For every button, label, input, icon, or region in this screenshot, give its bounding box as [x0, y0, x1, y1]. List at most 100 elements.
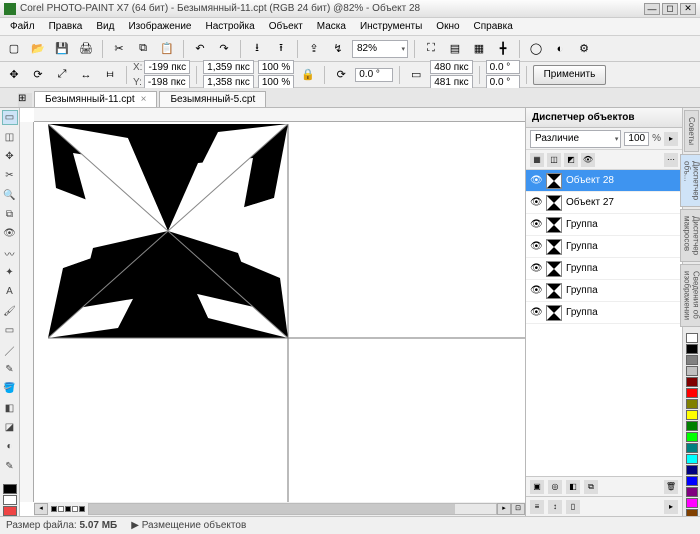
menu-view[interactable]: Вид [90, 19, 120, 34]
scalex-field[interactable]: 100 % [258, 60, 294, 74]
eye-icon[interactable]: 👁 [530, 241, 542, 252]
path-tool[interactable]: ✎ [2, 362, 18, 377]
ruler-vertical[interactable] [20, 122, 34, 502]
menu-tools[interactable]: Инструменты [354, 19, 428, 34]
zoom-combo[interactable]: 82% [352, 40, 408, 58]
docker-tab-imageinfo[interactable]: Сведения об изображении [680, 264, 700, 327]
viewport[interactable] [34, 122, 525, 502]
text-tool[interactable]: A [2, 284, 18, 299]
mask-rect-tool[interactable]: ◫ [2, 129, 18, 144]
size-button[interactable]: ↔ [76, 65, 96, 85]
rot-button[interactable]: ⟳ [28, 65, 48, 85]
guides-button[interactable]: ╋ [493, 39, 513, 59]
color-swatch[interactable] [686, 366, 698, 376]
menu-adjust[interactable]: Настройка [199, 19, 260, 34]
foreground-swatch[interactable] [3, 484, 17, 494]
apply-button[interactable]: Применить [533, 65, 607, 85]
menu-help[interactable]: Справка [468, 19, 519, 34]
print-button[interactable]: 🖨 [76, 39, 96, 59]
docker-tab-objects[interactable]: Диспетчер объ... [680, 154, 700, 207]
undo-button[interactable]: ↶ [190, 39, 210, 59]
pos-button[interactable]: ✥ [4, 65, 24, 85]
menu-image[interactable]: Изображение [122, 19, 197, 34]
maximize-button[interactable]: ◻ [662, 3, 678, 15]
panel-menu-icon[interactable]: ▸ [664, 500, 678, 514]
cut-button[interactable]: ✂ [109, 39, 129, 59]
open-button[interactable]: 📂 [28, 39, 48, 59]
background-swatch[interactable] [3, 495, 17, 505]
visibility-icon[interactable]: 👁 [581, 153, 595, 167]
color-swatch[interactable] [686, 443, 698, 453]
color-swatch[interactable] [686, 421, 698, 431]
new-mask-icon[interactable]: ◧ [566, 480, 580, 494]
opacity-field[interactable]: 100 [624, 132, 649, 146]
order-icon[interactable]: ↕ [548, 500, 562, 514]
color-swatch[interactable] [686, 355, 698, 365]
fill-swatch[interactable] [3, 506, 17, 516]
color-swatch[interactable] [686, 388, 698, 398]
eye-icon[interactable]: 👁 [530, 263, 542, 274]
merge-mode-icon[interactable]: ◫ [547, 153, 561, 167]
height-field[interactable]: 1,358 пкс [203, 75, 254, 89]
dropshadow-tool[interactable]: ◪ [2, 420, 18, 435]
layer-row[interactable]: 👁Группа [526, 236, 682, 258]
group-icon[interactable]: ▯ [566, 500, 580, 514]
docker-tab-macros[interactable]: Диспетчер макросов [680, 209, 700, 262]
eye-icon[interactable]: 👁 [530, 307, 542, 318]
save-button[interactable]: 💾 [52, 39, 72, 59]
align-icon[interactable]: ≡ [530, 500, 544, 514]
color-swatch[interactable] [686, 454, 698, 464]
blend-mode-combo[interactable]: Различие [530, 130, 621, 148]
layer-row[interactable]: 👁Группа [526, 258, 682, 280]
layer-row[interactable]: 👁Группа [526, 280, 682, 302]
color-swatch[interactable] [686, 399, 698, 409]
line-tool[interactable]: ／ [2, 342, 18, 357]
layer-row[interactable]: 👁Группа [526, 214, 682, 236]
lock-transparency-icon[interactable]: ▦ [530, 153, 544, 167]
paste-button[interactable]: 📋 [157, 39, 177, 59]
eye-icon[interactable]: 👁 [530, 285, 542, 296]
transparency-tool[interactable]: ◐ [2, 439, 18, 454]
maskoverlay-button[interactable]: ◐ [550, 39, 570, 59]
mask-transform-tool[interactable]: ✥ [2, 149, 18, 164]
menu-object[interactable]: Объект [263, 19, 309, 34]
tab-document-2[interactable]: Безымянный-5.cpt [159, 91, 266, 107]
pick-tool[interactable]: ▭ [2, 110, 18, 125]
effect-tool[interactable]: ✦ [2, 265, 18, 280]
eraser-tool[interactable]: ◧ [2, 400, 18, 415]
width-field[interactable]: 1,359 пкс [203, 60, 254, 74]
minimize-button[interactable]: — [644, 3, 660, 15]
tab-grip-icon[interactable]: ⊞ [18, 93, 32, 107]
navigator-button[interactable]: ⊡ [511, 503, 525, 515]
close-button[interactable]: ✕ [680, 3, 696, 15]
color-swatch[interactable] [686, 476, 698, 486]
publish-button[interactable]: ↯ [328, 39, 348, 59]
menu-window[interactable]: Окно [430, 19, 465, 34]
layer-row[interactable]: 👁Группа [526, 302, 682, 324]
x-field[interactable]: -199 пкс [144, 60, 190, 74]
rectangle-tool[interactable]: ▭ [2, 323, 18, 338]
fullscreen-button[interactable]: ⛶ [421, 39, 441, 59]
ruler-horizontal[interactable] [34, 108, 525, 122]
docw-field[interactable]: 480 пкс [430, 60, 472, 74]
copy-button[interactable]: ⧉ [133, 39, 153, 59]
zoom-tool[interactable]: 🔍 [2, 188, 18, 203]
rotation-field[interactable]: 0.0 ° [355, 68, 393, 82]
layer-row[interactable]: 👁Объект 28 [526, 170, 682, 192]
color-swatch[interactable] [686, 487, 698, 497]
layer-row[interactable]: 👁Объект 27 [526, 192, 682, 214]
color-swatch[interactable] [686, 498, 698, 508]
menu-edit[interactable]: Правка [43, 19, 89, 34]
eye-icon[interactable]: 👁 [530, 175, 542, 186]
menu-file[interactable]: Файл [4, 19, 41, 34]
eyedropper-tool[interactable]: ✎ [2, 459, 18, 474]
clip-icon[interactable]: ◩ [564, 153, 578, 167]
menu-mask[interactable]: Маска [311, 19, 352, 34]
liquid-tool[interactable]: 〰 [2, 246, 18, 261]
grid-button[interactable]: ▦ [469, 39, 489, 59]
eye-icon[interactable]: 👁 [530, 219, 542, 230]
rulers-button[interactable]: ▤ [445, 39, 465, 59]
eye-icon[interactable]: 👁 [530, 197, 542, 208]
scroll-right-button[interactable]: ▸ [497, 503, 511, 515]
delete-object-icon[interactable]: 🗑 [664, 480, 678, 494]
